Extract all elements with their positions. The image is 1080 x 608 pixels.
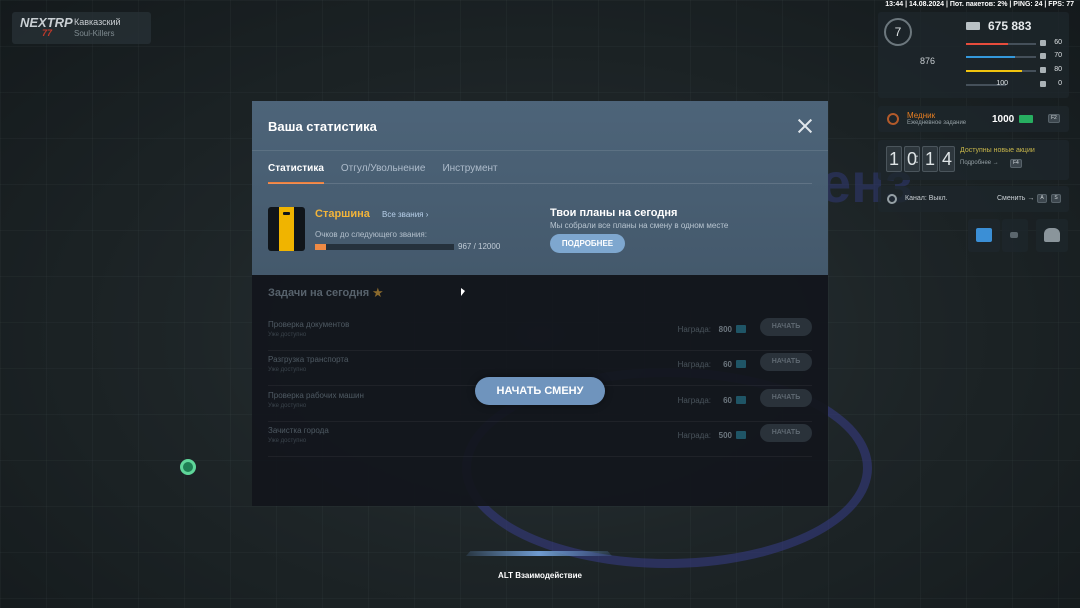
armor-bar: 70 [966, 52, 1062, 62]
radio-icon [887, 194, 897, 204]
start-shift-button[interactable]: НАЧАТЬ СМЕНУ [475, 377, 605, 405]
all-ranks-link[interactable]: Все звания › [382, 210, 428, 219]
task-status: Уже доступно [268, 367, 307, 373]
armor-icon [1040, 53, 1046, 59]
map-marker-icon [180, 459, 196, 475]
rank-points-label: Очков до следующего звания: [315, 230, 427, 239]
shield-icon [1040, 81, 1046, 87]
server-name: Кавказский [74, 17, 121, 27]
plans-title: Твои планы на сегодня [550, 207, 678, 219]
task-reward: 800 [718, 325, 732, 334]
daily-task-panel[interactable]: Медник Ежедневное задание 1000 F2 [878, 106, 1069, 132]
health-icon [1040, 40, 1046, 46]
task-row: Зачистка города Уже доступно Награда: 500 НА… [268, 422, 812, 457]
reward-label: Награда: [677, 325, 711, 334]
plans-subtitle: Мы собрали все планы на смену в одном ме… [550, 221, 729, 230]
task-status: Уже доступно [268, 403, 307, 409]
calendar-icon[interactable] [968, 219, 1000, 252]
level-badge: 7 [884, 18, 912, 46]
money-icon [966, 22, 980, 30]
task-name: Разгрузка транспорта [268, 355, 349, 364]
bell-icon[interactable] [1036, 219, 1068, 252]
hud-stats-panel: 7 876 675 883 60 70 80 100 0 [878, 12, 1069, 98]
cash-icon [1019, 115, 1033, 123]
interaction-prompt: ALT Взаимодействие [498, 571, 582, 580]
task-reward: 500 [718, 431, 732, 440]
star-icon: ★ [372, 285, 384, 300]
rank-badge-icon [268, 207, 305, 251]
reward-label: Награда: [677, 360, 711, 369]
key-hint: F2 [1048, 114, 1060, 123]
clock-panel: 1 0 : 1 4 Доступны новые акции Подробнее… [878, 140, 1069, 180]
tab-bar: Статистика Отгул/Увольнение Инструмент [268, 163, 515, 184]
task-name: Проверка документов [268, 320, 350, 329]
modal-title: Ваша статистика [268, 119, 377, 134]
health-bar: 60 [966, 39, 1062, 49]
interaction-bar [466, 551, 612, 556]
close-icon[interactable] [798, 119, 812, 133]
tasks-title: Задачи на сегодня [268, 287, 370, 299]
task-status: Уже доступно [268, 332, 307, 338]
cash-icon [736, 396, 746, 404]
server-sub: Soul-Killers [74, 29, 115, 38]
statistics-modal: Ваша статистика Статистика Отгул/Увольне… [252, 101, 828, 506]
reward-label: Награда: [677, 396, 711, 405]
logo: NEXTRP 77 [20, 15, 73, 38]
hunger-icon [1040, 67, 1046, 73]
tab-tool[interactable]: Инструмент [442, 163, 497, 184]
stamina-bar: 100 0 [966, 80, 1062, 90]
task-start-button[interactable]: НАЧАТЬ [760, 389, 812, 407]
cash-icon [736, 431, 746, 439]
hud-small-value: 876 [920, 56, 936, 66]
cash-icon [736, 325, 746, 333]
promo-link[interactable]: Подробнее → [960, 160, 999, 166]
task-reward: 60 [723, 360, 732, 369]
promo-title[interactable]: Доступны новые акции [960, 147, 1035, 154]
key-hint-icon [1002, 219, 1028, 252]
mouse-cursor-icon [461, 288, 465, 296]
task-status: Уже доступно [268, 438, 307, 444]
more-button[interactable]: ПОДРОБНЕЕ [550, 234, 625, 253]
voice-channel-panel: Канал: Выкл. Сменить → A S [878, 186, 1069, 212]
task-reward: 60 [723, 396, 732, 405]
rank-progress-bar [315, 244, 454, 250]
rank-progress-fill [315, 244, 327, 250]
task-start-button[interactable]: НАЧАТЬ [760, 353, 812, 371]
task-row: Проверка документов Уже доступно Награда: 8… [268, 316, 812, 351]
task-start-button[interactable]: НАЧАТЬ [760, 424, 812, 442]
status-line: 13:44 | 14.08.2024 | Пот. пакетов: 2% | … [885, 1, 1074, 8]
hunger-bar: 80 [966, 66, 1062, 76]
rank-progress-text: 967 / 12000 [458, 242, 501, 251]
task-name: Проверка рабочих машин [268, 391, 364, 400]
rank-name: Старшина [315, 208, 370, 220]
money-value: 675 883 [988, 19, 1032, 33]
server-logo-panel: NEXTRP 77 Кавказский Soul-Killers [12, 12, 151, 44]
tab-statistics[interactable]: Статистика [268, 163, 324, 184]
tab-leave[interactable]: Отгул/Увольнение [341, 163, 426, 184]
reward-label: Награда: [677, 431, 711, 440]
task-name: Зачистка города [268, 426, 329, 435]
cash-icon [736, 360, 746, 368]
task-icon [887, 113, 899, 125]
task-start-button[interactable]: НАЧАТЬ [760, 318, 812, 336]
